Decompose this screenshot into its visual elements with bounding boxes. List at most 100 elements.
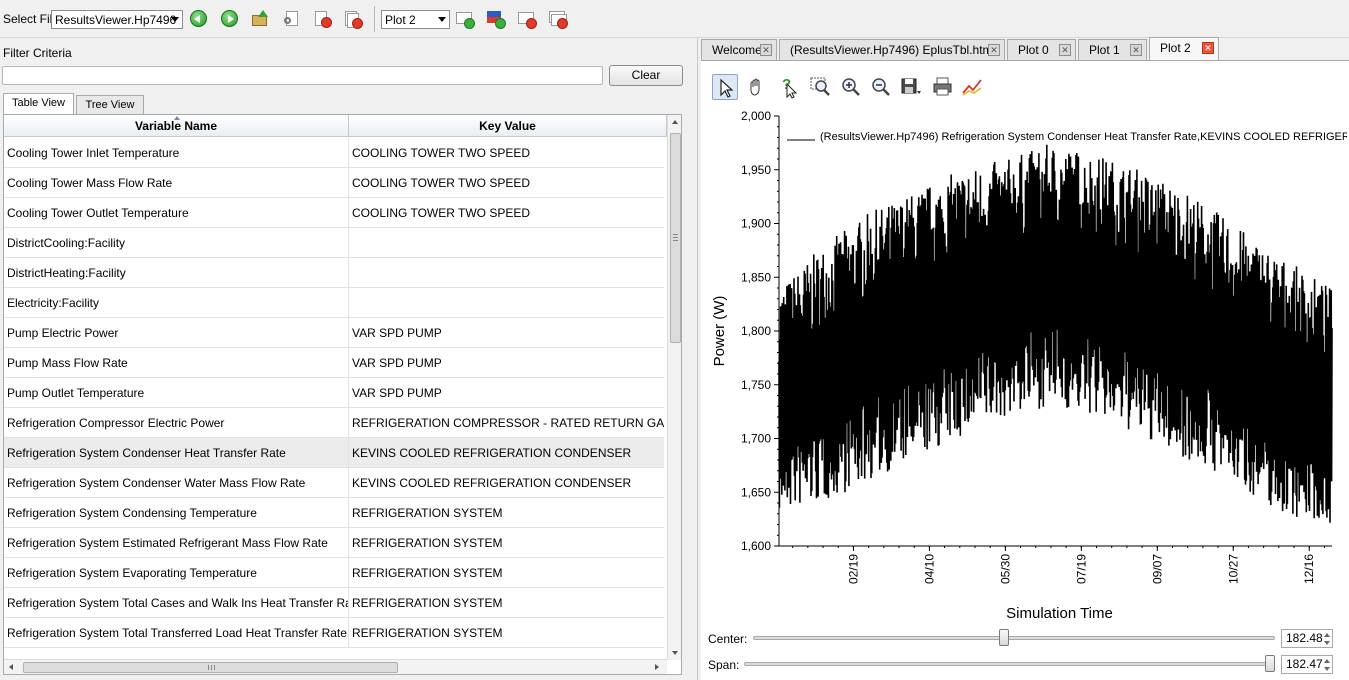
x-axis-label: Simulation Time	[1006, 605, 1113, 622]
table-row[interactable]: Pump Electric Power VAR SPD PUMP	[4, 318, 664, 348]
table-row[interactable]: Refrigeration System Condensing Temperat…	[4, 498, 664, 528]
remove-plot-icon[interactable]	[516, 8, 538, 30]
tab-plot-0[interactable]: Plot 0 ✕	[1007, 39, 1076, 60]
table-row[interactable]: Refrigeration Compressor Electric Power R…	[4, 408, 664, 438]
zoom-window-icon[interactable]	[808, 74, 834, 100]
help-cursor-icon[interactable]: ?	[776, 74, 802, 100]
toolbar-separator	[374, 6, 375, 32]
remove-file-icon[interactable]	[312, 8, 334, 30]
variable-name-cell: Refrigeration System Evaporating Tempera…	[4, 558, 349, 588]
zoom-out-icon[interactable]	[868, 74, 894, 100]
variable-name-cell: Refrigeration Compressor Electric Power	[4, 408, 349, 438]
tab-tree-view[interactable]: Tree View	[76, 95, 144, 115]
vertical-scrollbar[interactable]	[667, 115, 681, 660]
variable-name-cell: Electricity:Facility	[4, 288, 349, 318]
close-icon[interactable]: ✕	[1059, 44, 1071, 56]
y-tick-label: 1,850	[741, 270, 771, 284]
open-file-icon[interactable]	[249, 8, 271, 30]
table-row[interactable]: Refrigeration System Evaporating Tempera…	[4, 558, 664, 588]
scroll-down-icon[interactable]	[672, 651, 678, 655]
add-variable-icon[interactable]	[485, 8, 507, 30]
forward-icon[interactable]	[219, 8, 241, 30]
tab-table-view[interactable]: Table View	[3, 93, 74, 115]
table-row[interactable]: Electricity:Facility	[4, 288, 664, 318]
table-row[interactable]: Pump Outlet Temperature VAR SPD PUMP	[4, 378, 664, 408]
tab-label: Plot 0	[1018, 43, 1049, 57]
key-value-cell: REFRIGERATION COMPRESSOR - RATED RETURN …	[352, 416, 664, 430]
print-icon[interactable]	[930, 74, 956, 100]
tab-plot-1[interactable]: Plot 1 ✕	[1078, 39, 1147, 60]
spin-up-icon	[1324, 633, 1330, 637]
plot-properties-icon[interactable]	[960, 74, 986, 100]
find-icon[interactable]	[281, 8, 303, 30]
vertical-scroll-thumb[interactable]	[670, 133, 681, 343]
horizontal-scrollbar[interactable]	[4, 659, 667, 674]
variable-name-cell: Pump Outlet Temperature	[4, 378, 349, 408]
zoom-in-icon[interactable]	[838, 74, 864, 100]
plot-select-combo[interactable]: Plot 2	[381, 10, 450, 29]
table-row[interactable]: Refrigeration System Total Cases and Wal…	[4, 588, 664, 618]
key-value-cell	[349, 258, 664, 288]
remove-all-plots-icon[interactable]	[547, 8, 569, 30]
column-header-key-value[interactable]: Key Value	[349, 115, 667, 137]
y-tick-label: 1,900	[741, 217, 771, 231]
close-icon[interactable]: ✕	[1202, 42, 1214, 54]
close-icon[interactable]: ✕	[1130, 44, 1142, 56]
variable-name-cell: Refrigeration System Condensing Temperat…	[4, 498, 349, 528]
remove-all-files-icon[interactable]	[342, 8, 364, 30]
tab-plot-2[interactable]: Plot 2 ✕	[1149, 37, 1219, 60]
key-value-cell: REFRIGERATION SYSTEM	[352, 596, 503, 610]
key-value-cell: COOLING TOWER TWO SPEED	[352, 146, 531, 160]
table-row[interactable]: Cooling Tower Inlet Temperature COOLING T…	[4, 138, 664, 168]
column-header-variable-name[interactable]: Variable Name	[4, 115, 349, 137]
add-plot-icon[interactable]	[454, 8, 476, 30]
center-spinbox[interactable]: 182.48	[1281, 629, 1333, 648]
tab-eplustbl[interactable]: (ResultsViewer.Hp7496) EplusTbl.htm ✕	[779, 39, 1005, 60]
key-value-cell: REFRIGERATION SYSTEM	[352, 566, 503, 580]
file-select-combo[interactable]: ResultsViewer.Hp7496	[51, 10, 183, 29]
x-tick-label: 07/19	[1074, 554, 1088, 584]
variable-name-cell: Refrigeration System Total Transferred L…	[4, 618, 349, 648]
power-line-chart[interactable]: 2,000 1,950 1,900 1,850 1,800 1,750 1,700 1,650…	[701, 100, 1347, 630]
spin-down-icon	[1324, 641, 1330, 645]
panel-splitter[interactable]	[697, 38, 698, 680]
scroll-right-icon[interactable]	[655, 664, 659, 670]
table-row[interactable]: DistrictHeating:Facility	[4, 258, 664, 288]
span-slider-track[interactable]	[744, 662, 1275, 666]
key-value-cell	[349, 288, 664, 318]
horizontal-scroll-thumb[interactable]	[23, 662, 398, 673]
select-cursor-icon[interactable]	[712, 74, 738, 100]
tab-label: Welcome	[712, 43, 762, 57]
scroll-up-icon[interactable]	[672, 120, 678, 124]
variable-name-cell: DistrictCooling:Facility	[4, 228, 349, 258]
tab-welcome[interactable]: Welcome ✕	[701, 39, 777, 60]
file-combo-value: ResultsViewer.Hp7496	[55, 13, 177, 27]
center-slider-track[interactable]	[753, 636, 1275, 640]
table-row[interactable]: Refrigeration System Total Transferred L…	[4, 618, 664, 648]
table-row[interactable]: Cooling Tower Mass Flow Rate COOLING TOWE…	[4, 168, 664, 198]
center-slider-handle[interactable]	[998, 629, 1009, 646]
clear-button[interactable]: Clear	[609, 65, 683, 86]
scroll-left-icon[interactable]	[9, 664, 13, 670]
table-row[interactable]: Refrigeration System Condenser Water Mas…	[4, 468, 664, 498]
variable-name-cell: Refrigeration System Condenser Heat Tran…	[4, 438, 349, 468]
table-row[interactable]: Refrigeration System Estimated Refrigera…	[4, 528, 664, 558]
save-image-icon[interactable]	[898, 74, 924, 100]
table-row[interactable]: Pump Mass Flow Rate VAR SPD PUMP	[4, 348, 664, 378]
table-row[interactable]: DistrictCooling:Facility	[4, 228, 664, 258]
pan-hand-icon[interactable]	[744, 74, 770, 100]
span-spinbox[interactable]: 182.47	[1281, 655, 1333, 674]
back-icon[interactable]	[188, 8, 210, 30]
variable-name-cell: Refrigeration System Total Cases and Wal…	[4, 588, 349, 618]
table-row[interactable]: Refrigeration System Condenser Heat Tran…	[4, 438, 664, 468]
key-value-cell: COOLING TOWER TWO SPEED	[352, 176, 531, 190]
key-value-cell: VAR SPD PUMP	[352, 386, 442, 400]
table-row[interactable]: Cooling Tower Outlet Temperature COOLING …	[4, 198, 664, 228]
y-tick-label: 2,000	[741, 109, 771, 123]
close-icon[interactable]: ✕	[760, 44, 772, 56]
span-slider-handle[interactable]	[1265, 655, 1275, 672]
close-icon[interactable]: ✕	[988, 44, 1000, 56]
variable-name-cell: Pump Electric Power	[4, 318, 349, 348]
variable-name-cell: Cooling Tower Outlet Temperature	[4, 198, 349, 228]
filter-input[interactable]	[2, 66, 603, 85]
